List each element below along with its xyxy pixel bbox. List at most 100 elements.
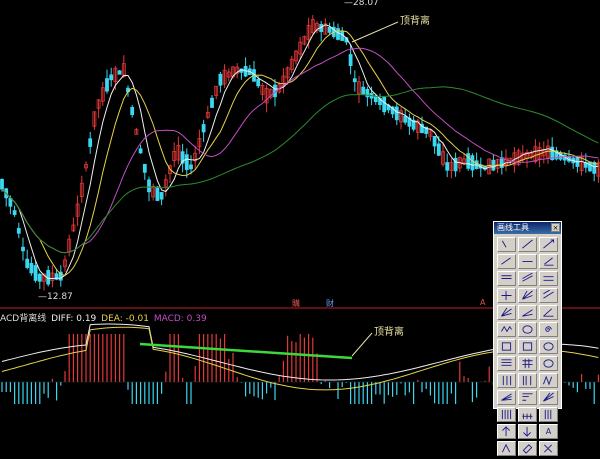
angle-icon[interactable] (539, 305, 558, 320)
toolbox-titlebar[interactable]: 画线工具 × (494, 222, 561, 234)
candle (554, 146, 559, 161)
candle (214, 85, 219, 100)
cycle-icon[interactable] (539, 356, 558, 371)
candle (37, 272, 42, 289)
percent-lines-icon[interactable] (497, 390, 516, 405)
price-low-label: —12.87 (38, 292, 73, 302)
event-marker-2[interactable]: 财 (326, 298, 334, 309)
candle (428, 128, 433, 142)
candle (487, 158, 492, 175)
candle (4, 187, 9, 207)
up-arrow-icon[interactable] (497, 424, 516, 439)
candle (159, 192, 164, 206)
ellipse-icon[interactable] (539, 339, 558, 354)
candle (189, 155, 193, 175)
candle (193, 145, 198, 169)
cursor-icon[interactable] (497, 237, 516, 252)
tick-lines-icon[interactable] (518, 407, 537, 422)
event-marker-1[interactable]: 購 (292, 298, 300, 309)
candle (63, 255, 67, 272)
candle (218, 71, 223, 93)
candle (453, 152, 458, 177)
candle (457, 156, 462, 173)
candle (243, 57, 248, 78)
candle (176, 136, 181, 165)
grid-icon[interactable] (518, 356, 537, 371)
candle (281, 68, 286, 94)
candle (298, 36, 303, 60)
price-line-icon[interactable] (497, 288, 516, 303)
candle (411, 116, 416, 132)
event-marker-3[interactable]: A (480, 298, 485, 307)
candle (184, 148, 189, 178)
candle (361, 80, 366, 95)
time-zone-icon[interactable] (518, 373, 537, 388)
arrow-line-icon[interactable] (539, 254, 558, 269)
bar-lines-icon[interactable] (497, 407, 516, 422)
spiral-icon[interactable] (539, 322, 558, 337)
segment-icon[interactable] (497, 254, 516, 269)
candle (96, 99, 101, 119)
ray-icon[interactable] (539, 237, 558, 252)
candle (466, 147, 471, 171)
candle (105, 69, 109, 94)
candle (180, 143, 185, 173)
candle (491, 154, 496, 172)
fib-retrace-icon[interactable] (497, 356, 516, 371)
vertical-lines-icon[interactable] (539, 407, 558, 422)
palette-icon[interactable] (497, 441, 516, 456)
candle (79, 175, 84, 203)
candle (352, 70, 357, 92)
top-divergence-label-lower: 顶背离 (374, 327, 404, 338)
candle (407, 113, 412, 135)
fan-lines-icon[interactable] (518, 288, 537, 303)
rectangle-icon[interactable] (497, 339, 516, 354)
candle (130, 105, 135, 118)
candle (134, 128, 139, 135)
candle (29, 256, 34, 276)
candle (323, 18, 328, 35)
candle (16, 222, 21, 239)
box-icon[interactable] (518, 339, 537, 354)
candle (138, 144, 143, 154)
candle (67, 234, 72, 257)
candle (382, 96, 387, 116)
diff-value: DIFF: 0.19 (51, 314, 97, 324)
eraser-icon[interactable] (518, 441, 537, 456)
candle (92, 111, 97, 130)
macd-indicator-label: ACD背离线 DIFF: 0.19 DEA: -0.01 MACD: 0.39 (0, 311, 209, 324)
wave-icon[interactable] (497, 322, 516, 337)
candle (247, 64, 252, 75)
text-icon[interactable]: A (539, 424, 558, 439)
gann-fan-icon[interactable] (497, 305, 516, 320)
candle (172, 142, 177, 168)
fib-fan-icon[interactable] (518, 305, 537, 320)
horizontal-line-icon[interactable] (497, 271, 516, 286)
candle (100, 81, 105, 106)
delete-icon[interactable] (539, 441, 558, 456)
candle (155, 186, 160, 202)
candle (205, 105, 210, 119)
annotation-arrow-lower (351, 332, 373, 357)
candle (12, 205, 17, 217)
circle-icon[interactable] (518, 322, 537, 337)
candle (394, 102, 399, 125)
parallel-lines-icon[interactable] (539, 271, 558, 286)
down-arrow-icon[interactable] (518, 424, 537, 439)
period-lines-icon[interactable] (497, 373, 516, 388)
close-icon[interactable]: × (551, 223, 560, 232)
candle (550, 137, 555, 161)
line-icon[interactable] (518, 237, 537, 252)
gold-ratio-icon[interactable] (518, 390, 537, 405)
drawing-toolbox[interactable]: 画线工具 × A (493, 221, 562, 456)
channel-icon[interactable] (518, 271, 537, 286)
candle (121, 55, 126, 79)
candle (21, 237, 25, 261)
trend-channel-icon[interactable] (539, 288, 558, 303)
fib-time-icon[interactable] (539, 373, 558, 388)
speed-lines-icon[interactable] (539, 390, 558, 405)
candle (226, 68, 231, 82)
candle (499, 150, 504, 175)
candle (71, 217, 76, 233)
dashed-line-icon[interactable] (518, 254, 537, 269)
